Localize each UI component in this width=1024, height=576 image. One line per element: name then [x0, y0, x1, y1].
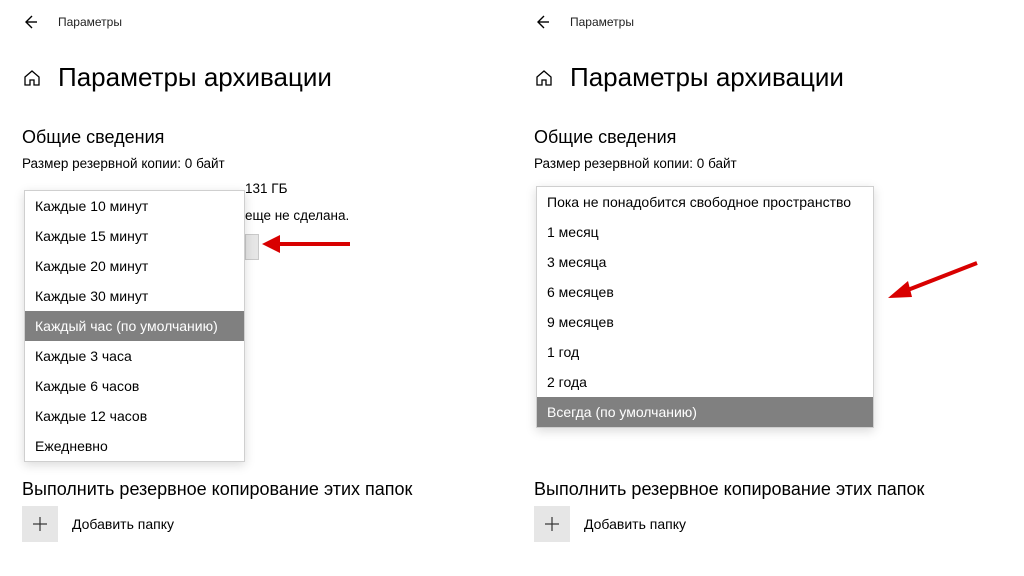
dropdown-stub[interactable]: [245, 234, 259, 260]
add-folder-label: Добавить папку: [72, 516, 174, 532]
titlebar: Параметры: [534, 10, 1024, 34]
window-name: Параметры: [58, 15, 122, 29]
overview-header: Общие сведения: [534, 127, 1024, 148]
frequency-dropdown[interactable]: Каждые 10 минут Каждые 15 минут Каждые 2…: [24, 190, 245, 462]
plus-icon[interactable]: [534, 506, 570, 542]
drive-size-fragment: 131 ГБ: [245, 181, 287, 196]
backup-size-line: Размер резервной копии: 0 байт: [534, 156, 1024, 171]
home-icon[interactable]: [534, 68, 554, 88]
home-icon[interactable]: [22, 68, 42, 88]
dropdown-item[interactable]: 9 месяцев: [537, 307, 873, 337]
overview-header: Общие сведения: [22, 127, 512, 148]
titlebar: Параметры: [22, 10, 512, 34]
back-icon[interactable]: [22, 14, 38, 30]
dropdown-item[interactable]: Каждые 10 минут: [25, 191, 244, 221]
not-done-fragment: еще не сделана.: [245, 208, 349, 223]
annotation-arrow: [882, 255, 982, 305]
folders-section-header: Выполнить резервное копирование этих пап…: [22, 479, 412, 500]
dropdown-item-selected[interactable]: Каждый час (по умолчанию): [25, 311, 244, 341]
page-title: Параметры архивации: [570, 62, 844, 93]
dropdown-item[interactable]: 2 года: [537, 367, 873, 397]
back-icon[interactable]: [534, 14, 550, 30]
annotation-arrow: [262, 230, 352, 258]
dropdown-item[interactable]: Каждые 30 минут: [25, 281, 244, 311]
backup-size-line: Размер резервной копии: 0 байт: [22, 156, 512, 171]
dropdown-item[interactable]: Каждые 12 часов: [25, 401, 244, 431]
dropdown-item[interactable]: Каждые 6 часов: [25, 371, 244, 401]
add-folder-label: Добавить папку: [584, 516, 686, 532]
dropdown-item[interactable]: Пока не понадобится свободное пространст…: [537, 187, 873, 217]
dropdown-item[interactable]: Каждые 20 минут: [25, 251, 244, 281]
dropdown-item[interactable]: 1 месяц: [537, 217, 873, 247]
page-title: Параметры архивации: [58, 62, 332, 93]
dropdown-item[interactable]: Каждые 3 часа: [25, 341, 244, 371]
dropdown-item[interactable]: Каждые 15 минут: [25, 221, 244, 251]
window-name: Параметры: [570, 15, 634, 29]
dropdown-item[interactable]: 1 год: [537, 337, 873, 367]
right-pane: Параметры Параметры архивации Общие свед…: [512, 0, 1024, 576]
dropdown-item[interactable]: Ежедневно: [25, 431, 244, 461]
retention-dropdown[interactable]: Пока не понадобится свободное пространст…: [536, 186, 874, 428]
dropdown-item-selected[interactable]: Всегда (по умолчанию): [537, 397, 873, 427]
add-folder-row[interactable]: Добавить папку: [534, 506, 686, 542]
dropdown-item[interactable]: 3 месяца: [537, 247, 873, 277]
left-pane: Параметры Параметры архивации Общие свед…: [0, 0, 512, 576]
add-folder-row[interactable]: Добавить папку: [22, 506, 174, 542]
dropdown-item[interactable]: 6 месяцев: [537, 277, 873, 307]
plus-icon[interactable]: [22, 506, 58, 542]
folders-section-header: Выполнить резервное копирование этих пап…: [534, 479, 924, 500]
